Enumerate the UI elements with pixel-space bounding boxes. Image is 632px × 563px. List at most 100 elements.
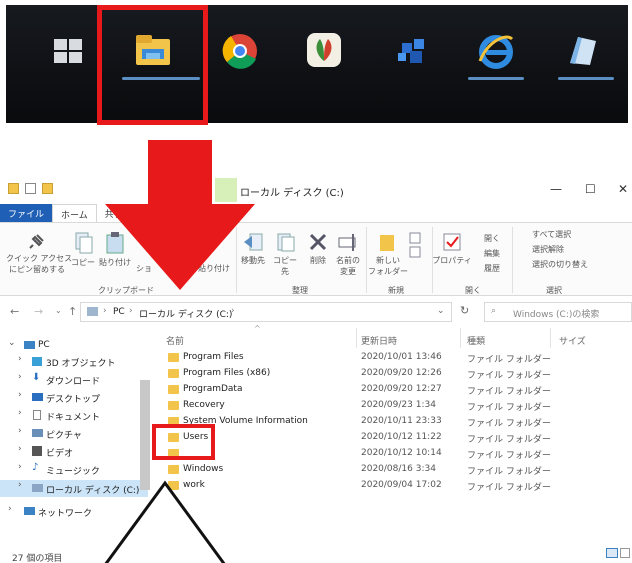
invert-selection-button[interactable]: 選択の切り替え [518,259,628,270]
delete-icon [309,233,327,251]
properties-label: プロパティ [432,256,472,265]
app-icon[interactable] [564,33,600,69]
select-all-button[interactable]: すべて選択 [518,229,628,240]
forward-icon[interactable]: → [34,305,43,318]
app-icon[interactable] [306,31,342,69]
minimize-button[interactable]: — [550,182,562,196]
new-item-button[interactable] [406,231,426,263]
table-row[interactable]: ProgramData 2020/09/20 12:27 ファイル フォルダー [150,382,632,398]
invert-selection-label: 選択の切り替え [532,260,588,269]
select-none-button[interactable]: 選択解除 [518,244,628,255]
table-row[interactable]: Users 2020/10/12 11:22 ファイル フォルダー [150,430,632,446]
delete-button[interactable]: 削除 [304,231,332,266]
chevron-right-icon[interactable]: › [18,354,22,364]
ribbon: クイック アクセス にピン留めする コピー 貼り付け ショ 貼り付け クリップボ… [0,222,632,296]
details-view-icon[interactable] [606,548,618,558]
close-button[interactable]: ✕ [618,182,628,196]
sort-arrow-icon: ^ [254,324,261,333]
column-divider [550,328,551,348]
open-button[interactable]: 開く [472,233,512,244]
checkmark-icon[interactable] [25,183,36,194]
column-header-type[interactable]: 種類 [467,334,485,347]
copy-label: コピー [71,258,95,267]
search-placeholder: Windows (C:)の検索 [513,310,600,320]
app-icon[interactable] [396,35,430,67]
sidebar-item-downloads[interactable]: › ⬇ ダウンロード [0,372,148,389]
file-date: 2020/09/20 12:26 [361,368,442,378]
chevron-down-icon[interactable]: ⌄ [8,338,16,348]
table-row[interactable]: Recovery 2020/09/23 1:34 ファイル フォルダー [150,398,632,414]
file-date: 2020/10/12 11:22 [361,432,442,442]
scrollbar[interactable] [140,380,150,490]
active-indicator [468,77,524,80]
file-date: 2020/09/23 1:34 [361,400,436,410]
chevron-right-icon[interactable]: › [18,480,22,490]
recent-dropdown-icon[interactable]: ⌄ [55,306,62,315]
copy-to-icon [277,233,295,252]
folder-icon [168,465,179,474]
pointer-graphic [104,480,226,563]
title-bar: ローカル ディスク (C:) — ☐ ✕ [0,178,632,202]
chevron-right-icon[interactable]: › [18,426,22,436]
chevron-right-icon[interactable]: › [18,372,22,382]
column-header-date[interactable]: 更新日時 [361,334,397,347]
table-row[interactable]: System Volume Information 2020/10/11 23:… [150,414,632,430]
file-type: ファイル フォルダー [467,419,551,429]
new-item-icon [409,232,421,258]
pin-label: クイック アクセス にピン留めする [6,254,73,274]
sidebar-item-documents[interactable]: › ドキュメント [0,408,148,425]
edit-button[interactable]: 編集 [472,248,512,259]
internet-explorer-icon[interactable] [476,31,516,71]
chevron-right-icon[interactable]: › [18,408,22,418]
table-row[interactable]: Program Files 2020/10/01 13:46 ファイル フォルダ… [150,350,632,366]
open-label: 開く [484,234,500,243]
sidebar-item-pc[interactable]: ⌄ PC [0,338,148,355]
select-none-label: 選択解除 [532,245,564,254]
folder-icon [168,353,179,362]
chevron-right-icon[interactable]: › [18,444,22,454]
search-input[interactable]: ⌕ Windows (C:)の検索 [484,302,632,322]
folder-icon[interactable] [8,183,19,194]
properties-button[interactable]: プロパティ [432,231,472,266]
tab-file[interactable]: ファイル [0,204,53,222]
large-icons-view-icon[interactable] [620,548,630,558]
rename-button[interactable]: 名前の 変更 [334,231,362,277]
chevron-right-icon[interactable]: › [18,462,22,472]
copy-to-label: コピー先 [273,256,297,276]
breadcrumb-pc[interactable]: PC [113,307,125,317]
up-icon[interactable]: ↑ [68,305,77,318]
table-row[interactable]: 2020/10/12 10:14 ファイル フォルダー [150,446,632,462]
chevron-right-icon[interactable]: › [8,504,12,514]
maximize-button[interactable]: ☐ [585,182,596,196]
pin-quick-access-button[interactable]: クイック アクセス にピン留めする [6,231,72,275]
sidebar-item-label: ドキュメント [46,413,101,423]
chevron-right-icon[interactable]: › [18,390,22,400]
folder-icon[interactable] [42,183,53,194]
sidebar-item-3d-objects[interactable]: › 3D オブジェクト [0,354,148,371]
column-header-size[interactable]: サイズ [559,334,586,347]
sidebar-item-pictures[interactable]: › ピクチャ [0,426,148,443]
copy-to-button[interactable]: コピー先 [270,231,300,277]
windows-start-icon[interactable] [54,39,84,65]
ribbon-tabs: ファイル ホーム 共有 [0,204,632,222]
history-button[interactable]: 履歴 [472,263,512,274]
chevron-down-icon[interactable]: ⌄ [437,306,445,316]
folder-icon [168,385,179,394]
tab-home[interactable]: ホーム [52,204,97,222]
file-name: Program Files (x86) [183,368,271,378]
file-type: ファイル フォルダー [467,467,551,477]
sidebar-item-desktop[interactable]: › デスクトップ [0,390,148,407]
chrome-icon[interactable] [222,33,258,69]
sidebar-item-videos[interactable]: › ビデオ [0,444,148,461]
table-row[interactable]: Program Files (x86) 2020/09/20 12:26 ファイ… [150,366,632,382]
address-bar[interactable]: › PC › ローカル ディスク (C:) › ⌄ [80,302,452,322]
refresh-icon[interactable]: ↻ [460,304,469,317]
drive-icon [32,484,43,492]
new-folder-button[interactable]: 新しい フォルダー [368,231,408,277]
copy-button[interactable]: コピー [70,231,96,268]
history-label: 履歴 [484,264,500,273]
breadcrumb-drive[interactable]: ローカル ディスク (C:) [139,307,232,320]
column-header-name[interactable]: 名前 [166,334,184,347]
file-type: ファイル フォルダー [467,451,551,461]
back-icon[interactable]: ← [10,305,19,318]
